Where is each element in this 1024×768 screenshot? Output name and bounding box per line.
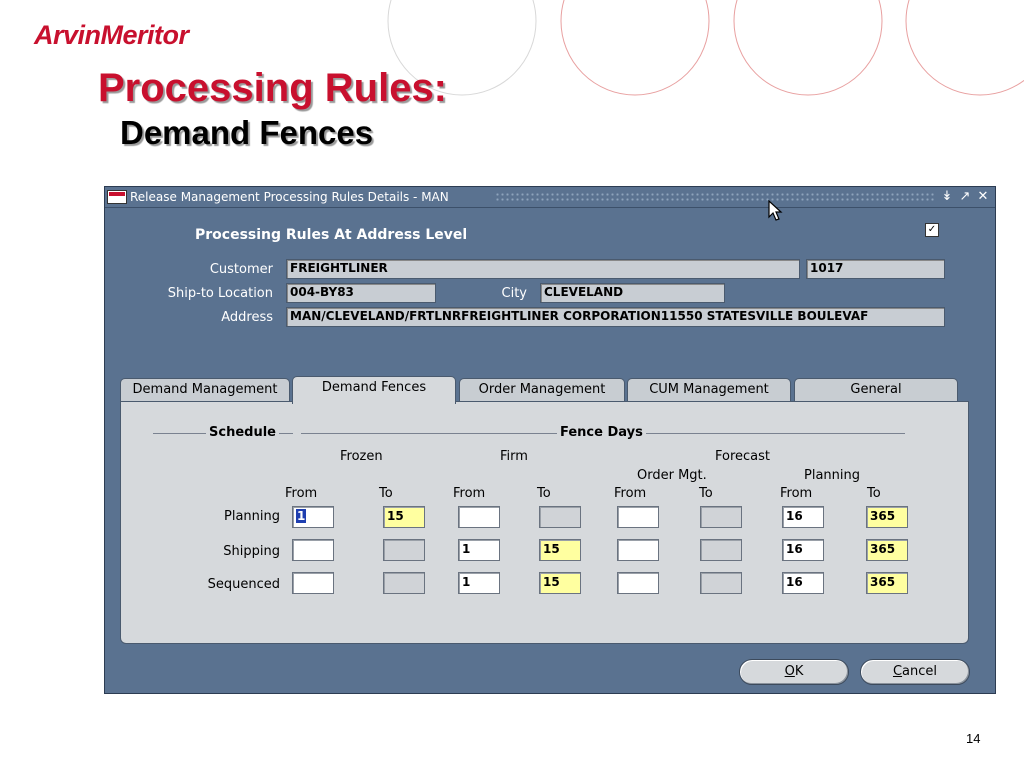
forecast-header: Forecast [715, 449, 771, 464]
shipping-firm-from-field[interactable]: 1 [458, 539, 500, 561]
slide-subtitle: Demand Fences [120, 114, 374, 151]
order-mgt-header: Order Mgt. [637, 468, 707, 483]
ship-to-label: Ship-to Location [167, 286, 273, 301]
page-number: 14 [966, 731, 981, 746]
shipping-order-mgt-from-field[interactable] [617, 539, 659, 561]
sequenced-frozen-to-field [383, 572, 425, 594]
shipping-row-label: Shipping [223, 544, 280, 559]
planning-firm-from-field[interactable] [458, 506, 500, 528]
shipping-frozen-to-field [383, 539, 425, 561]
tab-order-management[interactable]: Order Management [459, 378, 625, 402]
sequenced-planning-to-field[interactable]: 365 [866, 572, 908, 594]
schedule-group-title: Schedule [206, 425, 279, 440]
slide-title: Processing Rules: [98, 66, 448, 110]
planning-from-header: From [780, 486, 813, 501]
cancel-button[interactable]: Cancel [860, 659, 970, 685]
sequenced-frozen-from-field[interactable] [292, 572, 334, 594]
tab-cum-management[interactable]: CUM Management [627, 378, 791, 402]
sequenced-order-mgt-from-field[interactable] [617, 572, 659, 594]
section-heading: Processing Rules At Address Level [195, 227, 468, 243]
sequenced-row-label: Sequenced [207, 577, 280, 592]
order-mgt-to-header: To [699, 486, 713, 501]
planning-order-mgt-to-field [700, 506, 742, 528]
ok-button[interactable]: OK [739, 659, 849, 685]
firm-header: Firm [500, 449, 528, 464]
titlebar-grip [495, 192, 935, 201]
close-icon[interactable]: ✕ [975, 189, 991, 205]
minimize-icon[interactable]: ↡ [939, 189, 955, 205]
address-label: Address [221, 310, 273, 325]
shipping-frozen-from-field[interactable] [292, 539, 334, 561]
planning-frozen-from-field[interactable]: 1 [292, 506, 334, 528]
planning-planning-to-field[interactable]: 365 [866, 506, 908, 528]
frozen-to-header: To [379, 486, 393, 501]
planning-header: Planning [804, 468, 860, 483]
sequenced-firm-from-field[interactable]: 1 [458, 572, 500, 594]
address-field[interactable]: MAN/CLEVELAND/FRTLNRFREIGHTLINER CORPORA… [286, 307, 945, 327]
shipping-order-mgt-to-field [700, 539, 742, 561]
checkbox-icon[interactable]: ✓ [925, 223, 939, 237]
maximize-icon[interactable]: ↗ [957, 189, 973, 205]
tab-general[interactable]: General [794, 378, 958, 402]
frozen-header: Frozen [340, 449, 383, 464]
planning-row-label: Planning [224, 509, 280, 524]
planning-firm-to-field [539, 506, 581, 528]
planning-planning-from-field[interactable]: 16 [782, 506, 824, 528]
processing-rules-window: Release Management Processing Rules Deta… [104, 186, 996, 694]
city-field[interactable]: CLEVELAND [540, 283, 725, 303]
fence-days-group-title: Fence Days [557, 425, 646, 440]
oracle-app-icon [107, 190, 127, 204]
city-label: City [501, 286, 527, 301]
shipping-firm-to-field[interactable]: 15 [539, 539, 581, 561]
planning-order-mgt-from-field[interactable] [617, 506, 659, 528]
ship-to-field[interactable]: 004-BY83 [286, 283, 436, 303]
customer-number-field[interactable]: 1017 [806, 259, 945, 279]
firm-to-header: To [537, 486, 551, 501]
customer-field[interactable]: FREIGHTLINER [286, 259, 800, 279]
sequenced-order-mgt-to-field [700, 572, 742, 594]
tab-demand-fences[interactable]: Demand Fences [292, 376, 456, 404]
order-mgt-from-header: From [614, 486, 647, 501]
mouse-cursor-icon [768, 200, 783, 221]
window-titlebar[interactable]: Release Management Processing Rules Deta… [105, 187, 995, 208]
planning-frozen-to-field[interactable]: 15 [383, 506, 425, 528]
tab-demand-management[interactable]: Demand Management [120, 378, 290, 402]
shipping-planning-to-field[interactable]: 365 [866, 539, 908, 561]
shipping-planning-from-field[interactable]: 16 [782, 539, 824, 561]
customer-label: Customer [209, 262, 273, 277]
company-logo: ArvinMeritor [34, 20, 189, 50]
sequenced-firm-to-field[interactable]: 15 [539, 572, 581, 594]
demand-fences-panel: Schedule Fence Days Frozen Firm Forecast… [120, 401, 969, 644]
sequenced-planning-from-field[interactable]: 16 [782, 572, 824, 594]
window-title: Release Management Processing Rules Deta… [130, 190, 449, 204]
planning-to-header: To [867, 486, 881, 501]
firm-from-header: From [453, 486, 486, 501]
frozen-from-header: From [285, 486, 318, 501]
